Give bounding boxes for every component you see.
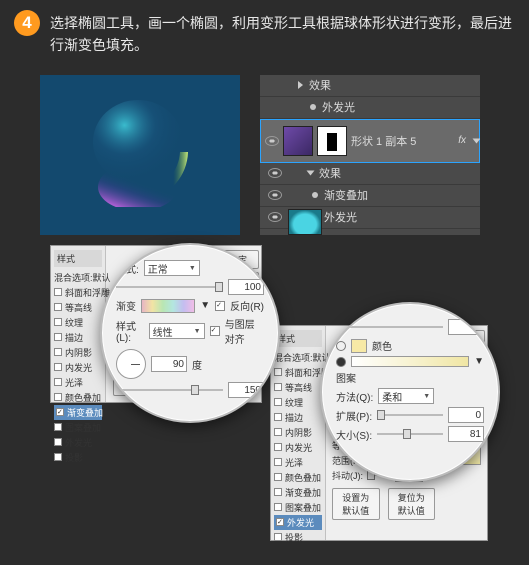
opt-satin[interactable]: 光泽 (54, 375, 102, 390)
opt-blend[interactable]: 混合选项:默认 (274, 350, 322, 365)
radio-color[interactable] (336, 341, 346, 351)
opt-contour[interactable]: 等高线 (54, 300, 102, 315)
opt-blend[interactable]: 混合选项:默认 (54, 270, 102, 285)
opt-inner-shadow[interactable]: 内阴影 (274, 425, 322, 440)
opacity-row: 100 (116, 279, 264, 295)
magnifier-gradient-overlay: 模式: 正常▼ 100 渐变 ▼ 反向(R) 样式(L): 线性▼ 与图层对齐 … (100, 243, 280, 423)
style-select[interactable]: 线性▼ (149, 323, 205, 339)
sphere-preview (40, 75, 240, 235)
angle-dial[interactable] (116, 349, 146, 379)
gradient-picker[interactable] (351, 356, 469, 367)
magnifier-outer-glow: 0 颜色 ▼ 图案 方法(Q): 柔和▼ 扩展(P): 0 大小(S): 81 (320, 302, 500, 482)
opt-bevel[interactable]: 斜面和浮雕 (274, 365, 322, 380)
scale-row: 150 (116, 382, 264, 398)
opt-contour[interactable]: 等高线 (274, 380, 322, 395)
opacity-slider[interactable] (116, 286, 223, 288)
bullet-icon (312, 192, 318, 198)
visibility-icon[interactable] (268, 212, 282, 222)
opacity-slider[interactable] (336, 326, 443, 328)
triangle-icon (298, 81, 303, 89)
size-value[interactable]: 81 (448, 426, 484, 442)
layer-effects-row: 效果 (260, 163, 480, 185)
angle-value[interactable]: 90 (151, 356, 187, 372)
style-list-header: 样式 (274, 330, 322, 347)
layer-label: 效果 (309, 77, 331, 93)
visibility-icon[interactable] (265, 136, 279, 146)
spread-value[interactable]: 0 (448, 407, 484, 423)
layer-shape-row[interactable]: 形状 1 副本 5 fx (260, 119, 480, 163)
chevron-down-icon[interactable] (473, 138, 481, 143)
visibility-icon[interactable] (268, 190, 282, 200)
opt-inner-shadow[interactable]: 内阴影 (54, 345, 102, 360)
layer-name: 形状 1 副本 5 (351, 133, 416, 149)
opt-outer-glow[interactable]: 外发光 (274, 515, 322, 530)
opt-satin[interactable]: 光泽 (274, 455, 322, 470)
opt-inner-glow[interactable]: 内发光 (54, 360, 102, 375)
set-default-button[interactable]: 设置为默认值 (332, 488, 380, 520)
opt-outer-glow[interactable]: 外发光 (54, 435, 102, 450)
opt-stroke[interactable]: 描边 (274, 410, 322, 425)
layer-thumb-icon (283, 126, 313, 156)
layer-label: 外发光 (324, 209, 357, 225)
layer-effect-row: 效果 (260, 75, 480, 97)
opt-texture[interactable]: 纹理 (54, 315, 102, 330)
size-slider[interactable] (377, 433, 443, 435)
layers-panel: 效果 外发光 形状 1 副本 5 fx 效果 渐变叠加 外发光 (260, 75, 480, 235)
section-header: 图案 (336, 370, 484, 385)
opt-inner-glow[interactable]: 内发光 (274, 440, 322, 455)
opacity-value[interactable]: 100 (228, 279, 264, 295)
opt-pattern-overlay[interactable]: 图案叠加 (274, 500, 322, 515)
bottom-layer-thumb (288, 209, 322, 235)
opt-bevel[interactable]: 斜面和浮雕 (54, 285, 102, 300)
step-badge: 4 (14, 10, 40, 36)
sphere-graphic (88, 97, 198, 207)
opt-pattern-overlay[interactable]: 图案叠加 (54, 420, 102, 435)
visibility-icon[interactable] (268, 168, 282, 178)
size-row: 大小(S): 81 (336, 426, 484, 442)
opt-gradient-overlay[interactable]: 渐变叠加 (54, 405, 102, 420)
gradient-row: ▼ (336, 356, 484, 367)
method-row: 方法(Q): 柔和▼ (336, 388, 484, 404)
style-list-header: 样式 (54, 250, 102, 267)
layer-label: 渐变叠加 (324, 187, 368, 203)
opt-stroke[interactable]: 描边 (54, 330, 102, 345)
mask-thumb-icon (317, 126, 347, 156)
opt-texture[interactable]: 纹理 (274, 395, 322, 410)
instruction-text: 选择椭圆工具，画一个椭圆，利用变形工具根据球体形状进行变形，最后进行渐变色填充。 (50, 10, 515, 57)
method-select[interactable]: 柔和▼ (378, 388, 434, 404)
bullet-icon (310, 104, 316, 110)
fx-badge[interactable]: fx (458, 135, 466, 146)
style-row: 样式(L): 线性▼ 与图层对齐 (116, 316, 264, 346)
spread-row: 扩展(P): 0 (336, 407, 484, 423)
radio-gradient[interactable] (336, 357, 346, 367)
layer-label: 效果 (319, 165, 341, 181)
gradient-picker[interactable] (141, 299, 195, 313)
opt-drop-shadow[interactable]: 投影 (274, 530, 322, 545)
spread-slider[interactable] (377, 414, 443, 416)
gradient-row: 渐变 ▼ 反向(R) (116, 298, 264, 313)
layer-outerglow-row: 外发光 (260, 97, 480, 119)
layer-gradov-row: 渐变叠加 (260, 185, 480, 207)
layer-label: 外发光 (322, 99, 355, 115)
opt-color-overlay[interactable]: 颜色叠加 (274, 470, 322, 485)
scale-slider[interactable] (116, 389, 223, 391)
angle-row: 90 度 (116, 349, 264, 379)
opt-drop-shadow[interactable]: 投影 (54, 450, 102, 465)
color-row: 颜色 (336, 338, 484, 353)
style-list: 样式 混合选项:默认 斜面和浮雕 等高线 纹理 描边 内阴影 内发光 光泽 颜色… (51, 246, 106, 402)
revert-default-button[interactable]: 复位为默认值 (388, 488, 436, 520)
align-checkbox[interactable] (210, 326, 220, 336)
style-list: 样式 混合选项:默认 斜面和浮雕 等高线 纹理 描边 内阴影 内发光 光泽 颜色… (271, 326, 326, 540)
blend-mode-select[interactable]: 正常▼ (144, 260, 200, 276)
chevron-down-icon (307, 171, 315, 176)
opt-gradient-overlay[interactable]: 渐变叠加 (274, 485, 322, 500)
blend-mode-row: 模式: 正常▼ (116, 260, 264, 276)
opt-color-overlay[interactable]: 颜色叠加 (54, 390, 102, 405)
reverse-checkbox[interactable] (215, 301, 225, 311)
color-swatch[interactable] (351, 339, 367, 353)
opacity-row: 0 (336, 319, 484, 335)
